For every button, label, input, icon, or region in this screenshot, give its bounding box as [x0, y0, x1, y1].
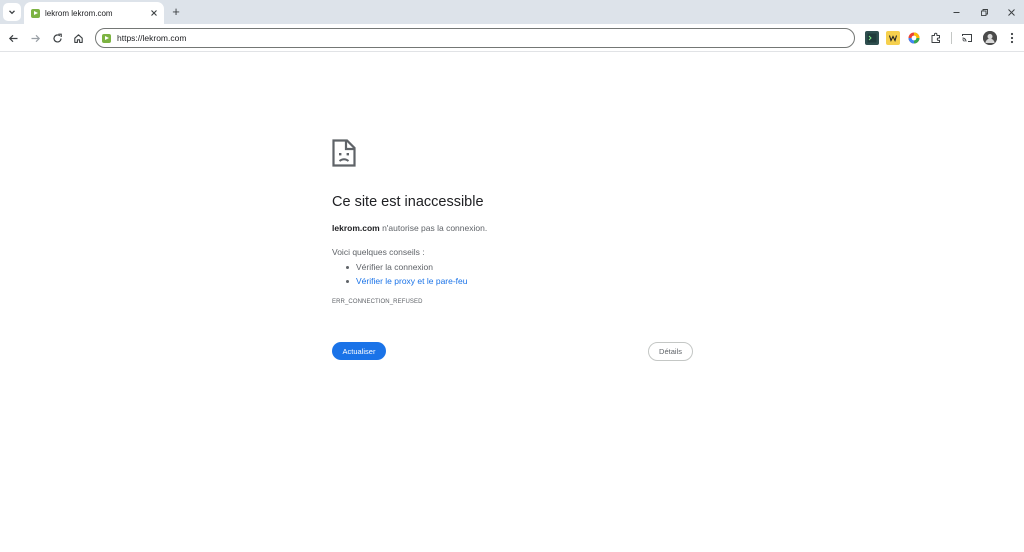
puzzle-icon — [931, 32, 940, 43]
address-bar[interactable]: https://lekrom.com — [95, 28, 855, 48]
letter-w-icon — [888, 35, 898, 42]
minimize-icon — [953, 11, 959, 13]
chevron-down-icon — [9, 10, 15, 15]
close-window-button[interactable] — [1003, 5, 1019, 19]
home-icon — [73, 33, 83, 43]
profile-avatar[interactable] — [983, 31, 997, 45]
reload-page-button[interactable]: Actualiser — [332, 342, 386, 360]
active-tab[interactable]: lekrom lekrom.com — [24, 2, 164, 24]
minimize-button[interactable] — [948, 5, 964, 19]
site-favicon-icon — [31, 8, 40, 18]
error-code: ERR_CONNECTION_REFUSED — [332, 299, 423, 305]
page-content: Ce site est inaccessible lekrom.com n'au… — [0, 53, 1024, 552]
error-host: lekrom.com — [332, 223, 380, 233]
sad-document-icon — [332, 139, 356, 167]
tab-search-button[interactable] — [3, 3, 21, 21]
site-favicon-icon — [102, 33, 111, 43]
avatar-icon — [983, 31, 997, 45]
new-tab-button[interactable]: + — [169, 3, 183, 19]
home-button[interactable] — [70, 30, 86, 46]
restore-button[interactable] — [976, 5, 992, 19]
cast-icon — [962, 34, 972, 42]
close-icon — [1007, 8, 1015, 16]
toolbar-divider — [951, 32, 952, 44]
back-button[interactable] — [5, 30, 21, 46]
bullet — [346, 279, 349, 283]
tip-check-connection: Vérifier la connexion — [356, 262, 434, 272]
bullet — [346, 265, 349, 269]
restore-icon — [980, 8, 988, 16]
close-icon — [151, 10, 157, 16]
tip-item: Vérifier la connexion — [346, 262, 433, 272]
reload-button[interactable] — [49, 30, 65, 46]
plus-icon: + — [172, 3, 180, 19]
color-wheel-icon — [908, 32, 920, 44]
extension-terminal-icon[interactable] — [865, 31, 879, 45]
browser-menu-button[interactable] — [1005, 31, 1019, 45]
browser-toolbar: https://lekrom.com — [0, 24, 1024, 52]
terminal-icon — [867, 33, 877, 43]
kebab-menu-icon — [1010, 32, 1014, 44]
tip-check-proxy-link[interactable]: Vérifier le proxy et le pare-feu — [356, 276, 468, 286]
back-arrow-icon — [8, 34, 17, 42]
extension-color-picker-icon[interactable] — [907, 31, 921, 45]
close-tab-button[interactable] — [148, 7, 160, 19]
extension-w-icon[interactable] — [886, 31, 900, 45]
extensions-button[interactable] — [929, 31, 943, 45]
address-bar-url: https://lekrom.com — [117, 33, 187, 43]
error-title: Ce site est inaccessible — [332, 194, 484, 210]
tab-title: lekrom lekrom.com — [45, 8, 113, 18]
forward-button[interactable] — [27, 30, 43, 46]
tip-item: Vérifier le proxy et le pare-feu — [346, 276, 468, 286]
tab-strip: lekrom lekrom.com + — [0, 0, 1024, 24]
details-button[interactable]: Détails — [648, 342, 693, 361]
error-message: lekrom.com n'autorise pas la connexion. — [332, 223, 487, 233]
error-message-text: n'autorise pas la connexion. — [379, 223, 488, 233]
tips-label: Voici quelques conseils : — [332, 247, 425, 257]
forward-arrow-icon — [31, 34, 40, 42]
reload-icon — [52, 33, 62, 43]
cast-button[interactable] — [960, 31, 974, 45]
